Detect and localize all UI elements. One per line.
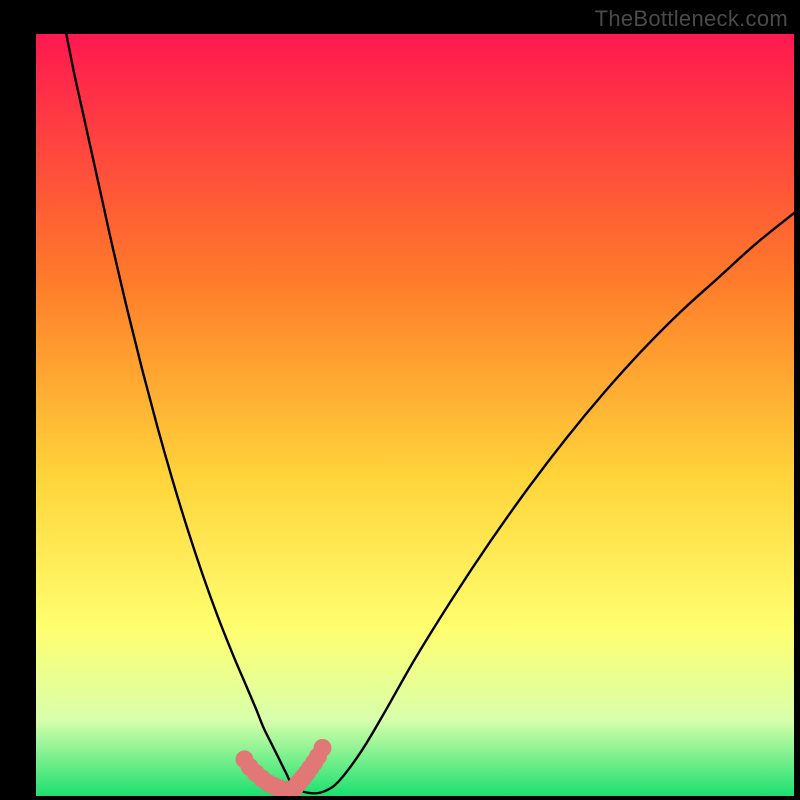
watermark-text: TheBottleneck.com [595, 6, 788, 32]
chart-stage: TheBottleneck.com [0, 0, 800, 800]
chart-svg [0, 0, 800, 800]
valley-marker [314, 739, 332, 757]
gradient-background [36, 34, 794, 796]
